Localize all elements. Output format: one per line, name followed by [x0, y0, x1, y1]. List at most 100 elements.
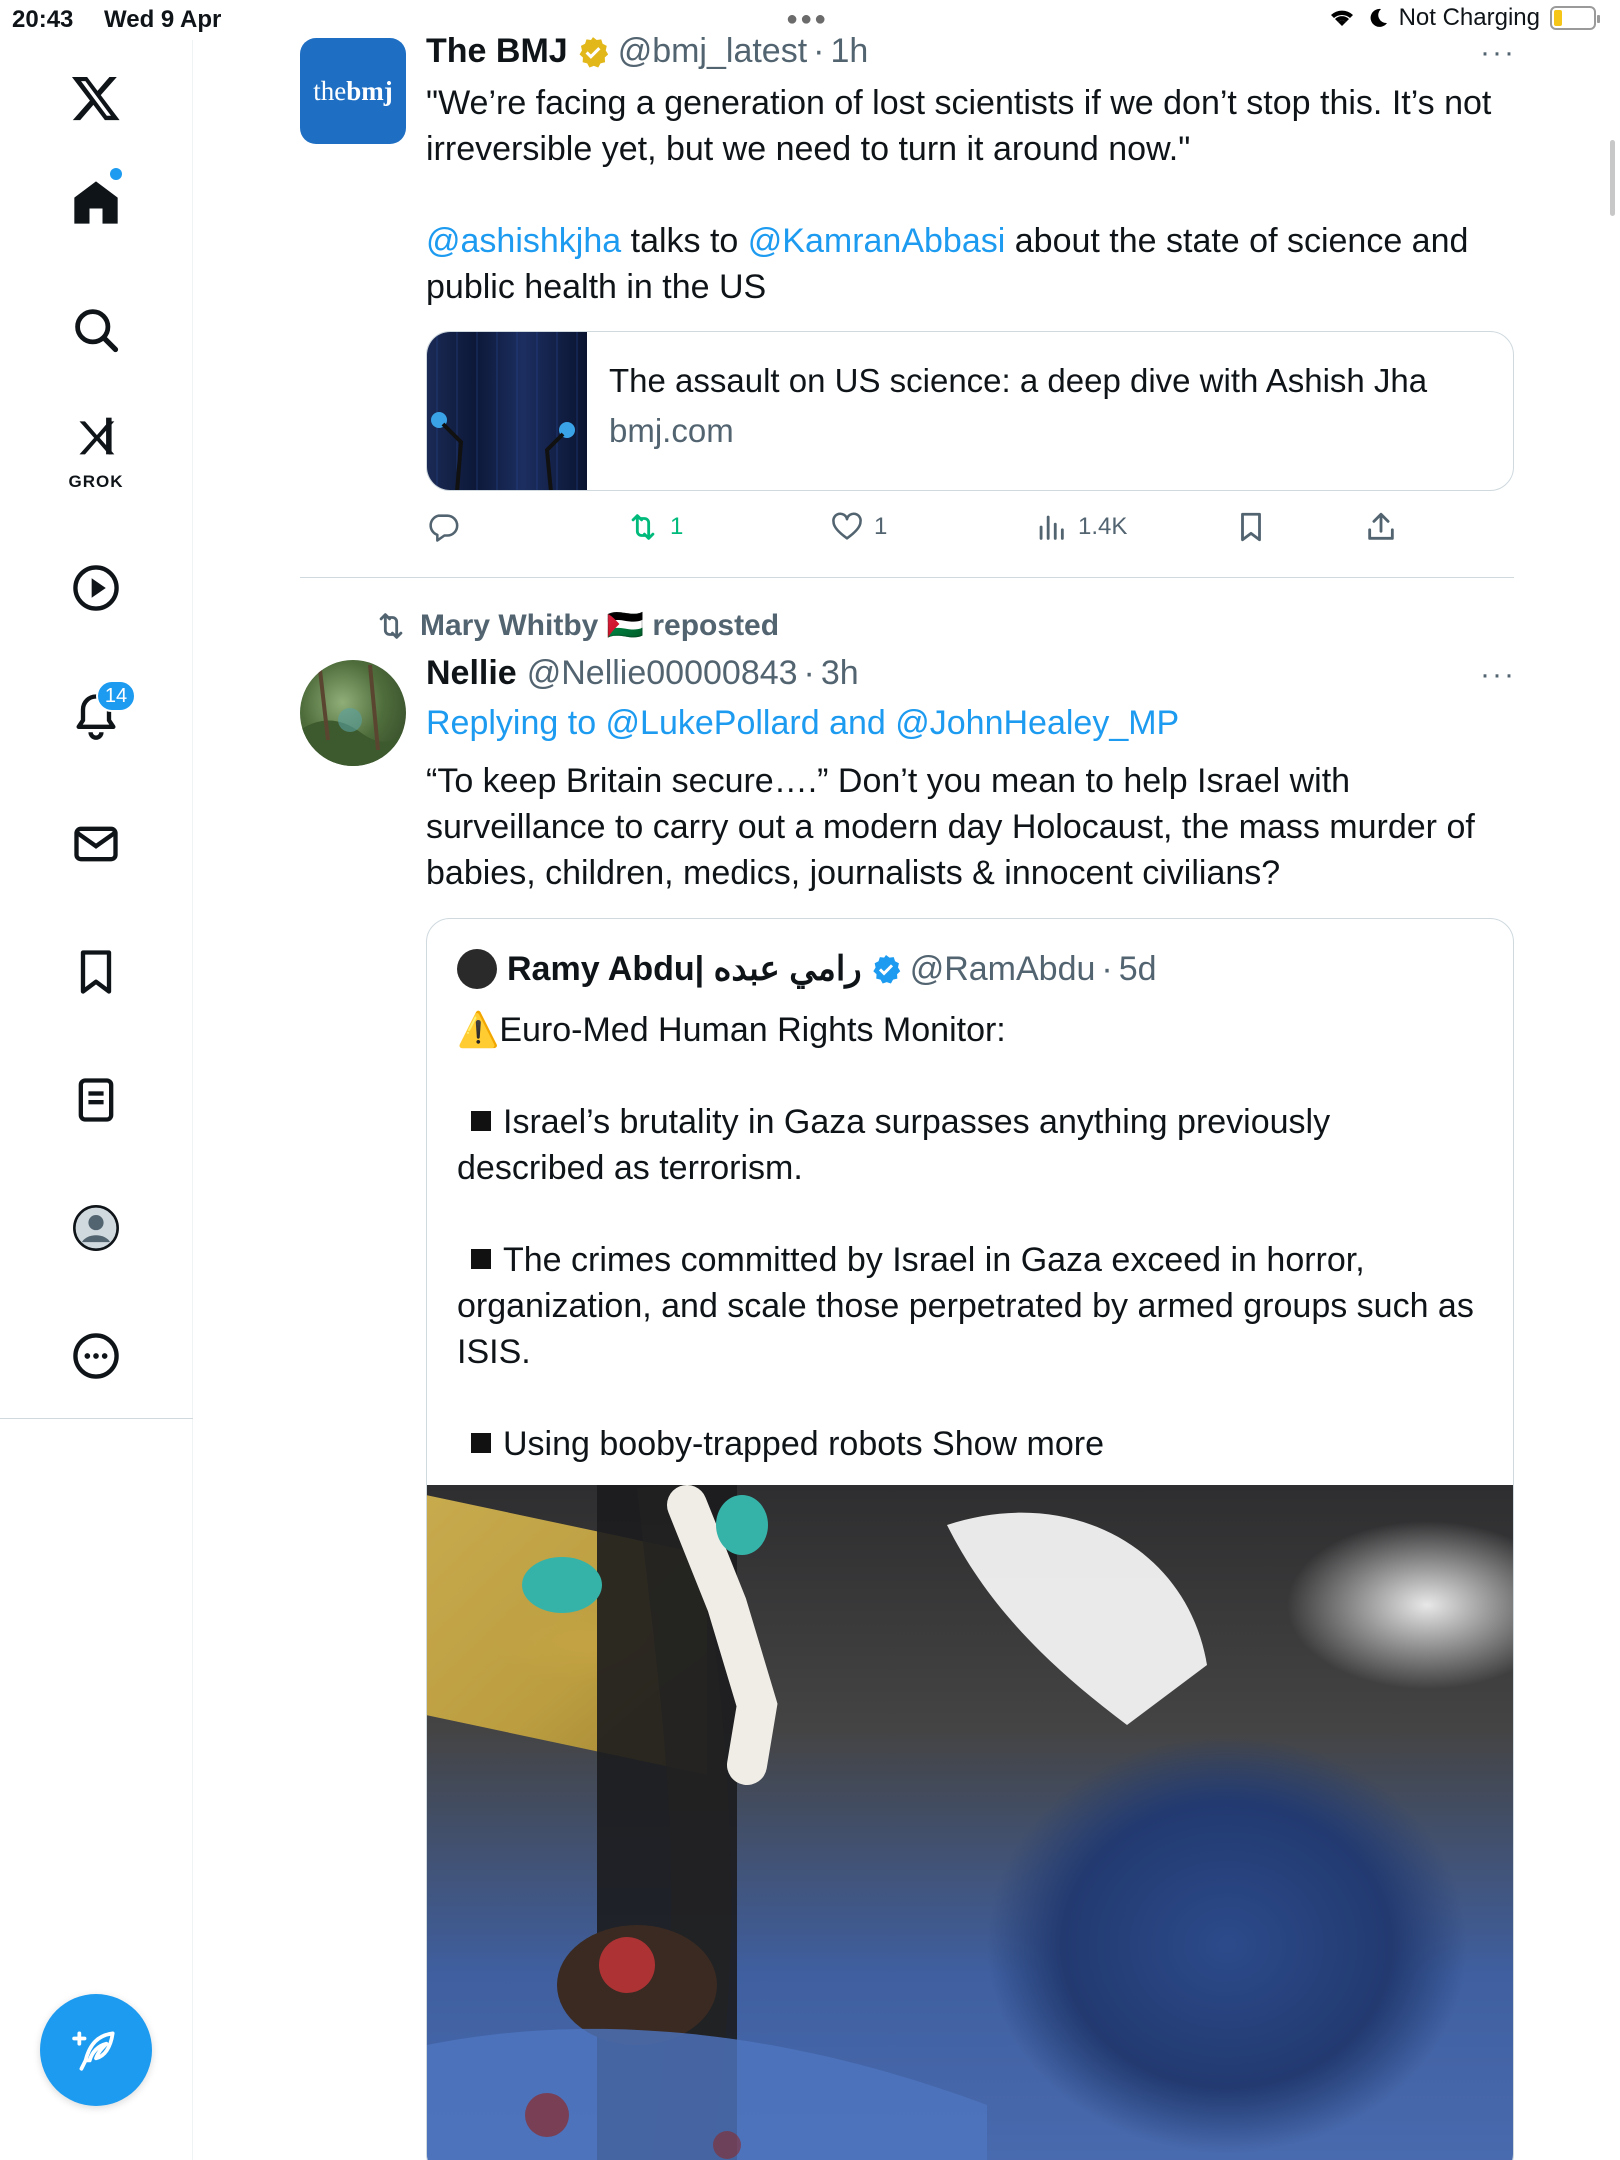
- author-name[interactable]: Nellie: [426, 654, 517, 693]
- author-name[interactable]: The BMJ: [426, 32, 568, 71]
- more-options-icon[interactable]: ···: [1480, 658, 1516, 692]
- nav-messages[interactable]: [46, 794, 146, 894]
- tweet-header: The BMJ @bmj_latest · 1h: [426, 32, 868, 71]
- bookmark-action-icon: [1241, 512, 1261, 542]
- link-thumbnail: [427, 332, 587, 490]
- author-handle[interactable]: @Nellie00000843: [527, 654, 798, 693]
- quote-bullet1: Israel’s brutality in Gaza surpasses any…: [457, 1099, 1497, 1145]
- quote-bullet2: The crimes committed by Israel in Gaza e…: [457, 1237, 1497, 1283]
- separator-dot: ·: [803, 654, 815, 692]
- bookmark-button[interactable]: [1234, 510, 1268, 544]
- search-icon: [75, 309, 119, 353]
- link-card[interactable]: The assault on US science: a deep dive w…: [426, 331, 1514, 491]
- status-indicators: Not Charging: [1327, 4, 1600, 32]
- nav-grok[interactable]: GROK: [46, 396, 146, 496]
- replying-to-text[interactable]: Replying to @LukePollard and @JohnHealey…: [426, 704, 1179, 742]
- quote-bullet3: Using booby-trapped robots Show more: [457, 1421, 1497, 1467]
- status-time: 20:43: [12, 6, 74, 33]
- nav-search[interactable]: [46, 280, 146, 380]
- tweet-text: "We’re facing a generation of lost scien…: [426, 80, 1526, 310]
- nav-home[interactable]: [46, 152, 146, 252]
- compose-icon: [72, 2031, 115, 2071]
- share-icon: [1368, 512, 1394, 540]
- repost-by[interactable]: Mary Whitby 🇵🇸 reposted: [420, 608, 779, 643]
- tweet-text-line4: public health in the US: [426, 268, 767, 306]
- profile-icon: [73, 1205, 119, 1251]
- home-unread-dot: [110, 168, 122, 180]
- nav-lists[interactable]: [46, 1050, 146, 1150]
- scrollbar[interactable]: [1610, 140, 1615, 216]
- verified-gold-icon: [579, 36, 608, 67]
- home-icon: [74, 181, 118, 224]
- mention-kamranabbasi[interactable]: @KamranAbbasi: [748, 222, 1006, 260]
- x-logo-icon[interactable]: [46, 48, 146, 148]
- quote-time[interactable]: 5d: [1119, 950, 1157, 989]
- quoted-tweet[interactable]: Ramy Abdu| رامي عبده @RamAbdu · 5d ⚠️Eur…: [426, 918, 1514, 2160]
- reply-button[interactable]: [426, 510, 460, 544]
- repost-icon: [379, 612, 403, 639]
- bullet-square-icon: [471, 1433, 491, 1453]
- avatar-nellie[interactable]: [300, 660, 406, 766]
- quote-text: ⚠️Euro-Med Human Rights Monitor: Israel’…: [457, 1007, 1497, 1467]
- mention-ashishkjha[interactable]: @ashishkjha: [426, 222, 621, 260]
- share-button[interactable]: [1364, 510, 1398, 544]
- author-handle[interactable]: @bmj_latest: [618, 32, 807, 71]
- avatar-bmj[interactable]: thebmj: [300, 38, 406, 144]
- mail-icon: [74, 826, 118, 862]
- quote-bullet2-cont2: ISIS.: [457, 1333, 531, 1371]
- show-more-link[interactable]: Show more: [932, 1425, 1104, 1463]
- quote-media-image[interactable]: [427, 1485, 1513, 2160]
- quote-bullet2-cont: organization, and scale those perpetrate…: [457, 1287, 1474, 1325]
- tweet-text-line2: surveillance to carry out a modern day H…: [426, 808, 1475, 846]
- replying-to[interactable]: Replying to @LukePollard and @JohnHealey…: [426, 700, 1526, 746]
- retweet-button[interactable]: 1: [626, 510, 683, 544]
- wifi-icon: [1330, 10, 1353, 26]
- grok-icon: [79, 417, 115, 455]
- media-scene: [427, 1485, 1207, 2160]
- bullet-square-icon: [471, 1111, 491, 1131]
- list-icon: [78, 1078, 114, 1122]
- more-icon: [73, 1333, 119, 1379]
- nav-bookmarks[interactable]: [46, 922, 146, 1022]
- link-domain: bmj.com: [609, 412, 734, 449]
- tweet-text-line3: babies, children, medics, journalists & …: [426, 854, 1281, 892]
- nav-profile[interactable]: [46, 1178, 146, 1278]
- separator-dot: ·: [1101, 949, 1113, 988]
- quote-warning-line: ⚠️Euro-Med Human Rights Monitor:: [457, 1011, 1006, 1049]
- tweet-time[interactable]: 3h: [821, 654, 859, 693]
- nav-notifications[interactable]: 14: [46, 666, 146, 766]
- link-title: The assault on US science: a deep dive w…: [609, 362, 1428, 399]
- verified-blue-icon: [873, 955, 900, 984]
- quote-bullet1-cont: described as terrorism.: [457, 1149, 803, 1187]
- microphones-image: [431, 332, 578, 490]
- reply-icon: [429, 514, 459, 542]
- quote-author-name[interactable]: Ramy Abdu| رامي عبده: [507, 949, 862, 989]
- like-button[interactable]: 1: [830, 510, 887, 544]
- tweet-time[interactable]: 1h: [831, 32, 869, 71]
- avatar-nellie-image: [300, 664, 406, 766]
- quote-author-handle[interactable]: @RamAbdu: [910, 950, 1096, 989]
- views-button[interactable]: 1.4K: [1034, 510, 1127, 544]
- nav-video[interactable]: [46, 538, 146, 638]
- more-options-icon[interactable]: ···: [1480, 36, 1516, 70]
- multitasking-dots-icon[interactable]: ●●●: [786, 8, 828, 31]
- quote-avatar[interactable]: [457, 949, 497, 989]
- status-date: Wed 9 Apr: [104, 6, 222, 33]
- play-icon: [73, 565, 119, 611]
- like-count: 1: [874, 513, 888, 540]
- bmj-logo-text: thebmj: [313, 75, 393, 106]
- sidebar: GROK 14: [0, 40, 193, 2160]
- tweet-text-line2: irreversible yet, but we need to turn it…: [426, 130, 1191, 168]
- charging-status: Not Charging: [1398, 4, 1540, 31]
- compose-button[interactable]: [40, 1994, 152, 2106]
- bullet-square-icon: [471, 1249, 491, 1269]
- tweet-header: Nellie @Nellie00000843 · 3h: [426, 654, 859, 693]
- moon-icon: [1370, 8, 1387, 27]
- sidebar-divider: [0, 1418, 193, 1419]
- quote-header: Ramy Abdu| رامي عبده @RamAbdu · 5d: [457, 949, 1157, 989]
- views-icon: [1039, 515, 1064, 540]
- repost-indicator: Mary Whitby 🇵🇸 reposted: [374, 608, 779, 643]
- nav-more[interactable]: [46, 1306, 146, 1406]
- tweet-text-line3: @ashishkjha talks to @KamranAbbasi about…: [426, 222, 1469, 260]
- battery-icon: [1550, 6, 1600, 30]
